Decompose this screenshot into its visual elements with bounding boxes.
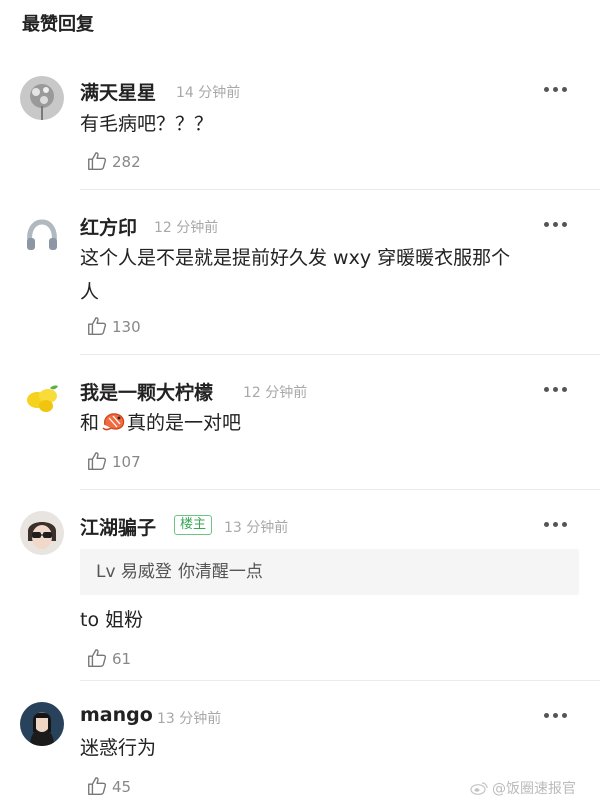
avatar[interactable] bbox=[20, 511, 64, 555]
comment-text-part: 真的是一对吧 bbox=[127, 412, 242, 434]
comment-text: 这个人是不是就是提前好久发 wxy 穿暖暖衣服那个 人 bbox=[80, 241, 580, 309]
weibo-logo-icon bbox=[470, 782, 488, 795]
section-title: 最赞回复 bbox=[22, 14, 94, 35]
like-count: 45 bbox=[112, 778, 132, 796]
like-count: 107 bbox=[112, 453, 141, 471]
quoted-username: Lv 易威登 bbox=[96, 562, 172, 582]
like-count: 61 bbox=[112, 650, 132, 668]
divider bbox=[80, 489, 600, 490]
thumbs-up-icon bbox=[88, 452, 107, 470]
timestamp: 14 分钟前 bbox=[176, 85, 241, 101]
timestamp: 12 分钟前 bbox=[243, 385, 308, 401]
divider bbox=[80, 354, 600, 355]
avatar[interactable] bbox=[20, 76, 64, 120]
quoted-text: 你清醒一点 bbox=[177, 562, 263, 582]
more-dots-icon[interactable] bbox=[544, 712, 568, 720]
avatar[interactable] bbox=[20, 376, 64, 420]
watermark: @饭圈速报官 bbox=[470, 778, 576, 798]
thumbs-up-icon bbox=[88, 649, 107, 667]
timestamp: 13 分钟前 bbox=[224, 520, 289, 536]
timestamp: 12 分钟前 bbox=[154, 220, 219, 236]
owner-badge: 楼主 bbox=[174, 515, 213, 535]
timestamp: 13 分钟前 bbox=[157, 711, 222, 727]
comment-text-part: 和 bbox=[80, 412, 100, 434]
more-dots-icon[interactable] bbox=[544, 521, 568, 529]
comment-text-line: 这个人是不是就是提前好久发 wxy 穿暖暖衣服那个 bbox=[80, 247, 511, 269]
username[interactable]: 我是一颗大柠檬 bbox=[80, 378, 213, 405]
comment-text-line: 人 bbox=[80, 281, 100, 303]
comment-text: 有毛病吧？？？ bbox=[80, 113, 214, 135]
username[interactable]: 满天星星 bbox=[80, 78, 156, 105]
username[interactable]: 江湖骗子 bbox=[80, 513, 156, 540]
more-dots-icon[interactable] bbox=[544, 86, 568, 94]
quoted-reply[interactable]: Lv 易威登 你清醒一点 bbox=[80, 549, 579, 595]
like-count: 282 bbox=[112, 153, 141, 171]
more-dots-icon[interactable] bbox=[544, 221, 568, 229]
more-dots-icon[interactable] bbox=[544, 386, 568, 394]
thumbs-up-icon bbox=[88, 152, 107, 170]
thumbs-up-icon bbox=[88, 317, 107, 335]
shrimp-emoji bbox=[102, 413, 125, 431]
avatar[interactable] bbox=[20, 702, 64, 746]
thumbs-up-icon bbox=[88, 777, 107, 795]
username[interactable]: mango bbox=[80, 704, 153, 726]
watermark-text: @饭圈速报官 bbox=[492, 781, 576, 797]
comment-text: 迷惑行为 bbox=[80, 737, 157, 759]
comment-text: 和 真的是一对吧 bbox=[80, 406, 580, 440]
username[interactable]: 红方印 bbox=[80, 213, 137, 240]
divider bbox=[80, 189, 600, 190]
like-count: 130 bbox=[112, 318, 141, 336]
avatar[interactable] bbox=[20, 212, 64, 256]
divider bbox=[80, 680, 600, 681]
comment-text: to 姐粉 bbox=[80, 609, 144, 631]
